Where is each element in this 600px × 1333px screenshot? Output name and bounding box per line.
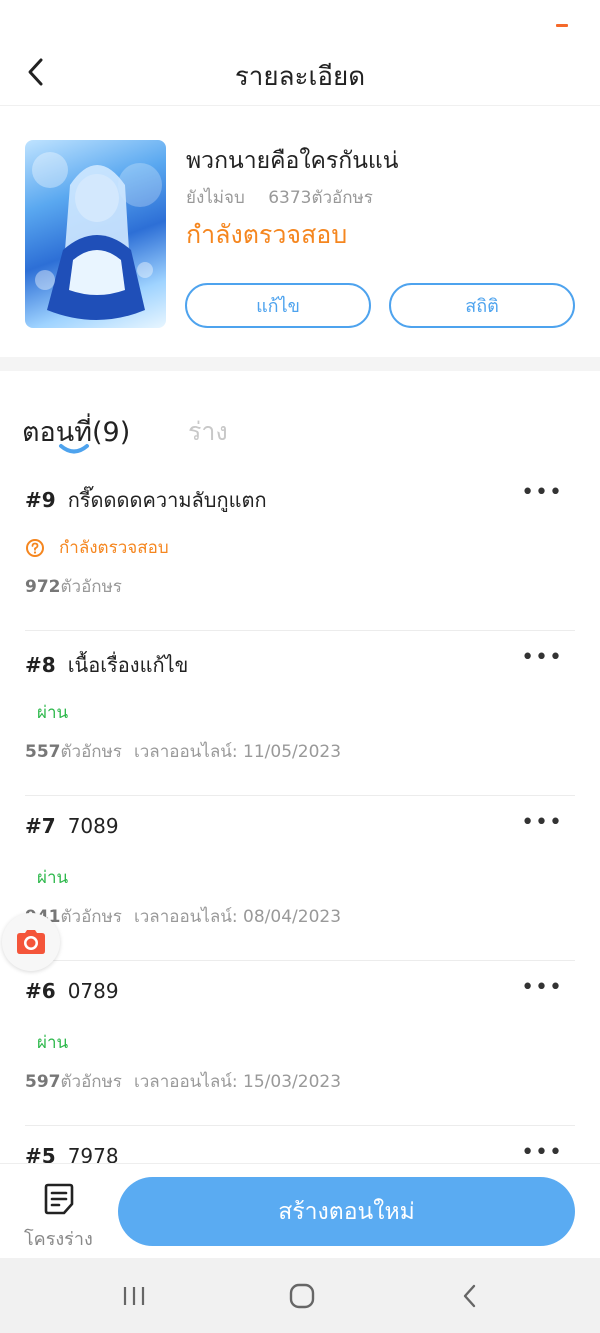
more-options-button[interactable]: ••• bbox=[521, 480, 563, 505]
outline-label: โครงร่าง bbox=[24, 1229, 93, 1250]
chapter-title: #6 0789 bbox=[25, 979, 119, 1003]
chapter-word-unit: ตัวอักษร bbox=[60, 742, 122, 762]
online-date: 15/03/2023 bbox=[243, 1072, 342, 1092]
chapter-number: #5 bbox=[25, 1144, 56, 1163]
chapter-word-count: 597 bbox=[25, 1072, 61, 1092]
document-icon bbox=[44, 1183, 74, 1215]
chapter-status: ผ่าน bbox=[37, 868, 69, 888]
chapter-status: ผ่าน bbox=[37, 1033, 69, 1053]
chapter-info: 597ตัวอักษร เวลาออนไลน์: 15/03/2023 bbox=[25, 1068, 341, 1095]
tab-drafts[interactable]: ร่าง bbox=[188, 412, 228, 452]
system-nav-bar bbox=[0, 1258, 600, 1333]
tab-active-indicator bbox=[59, 444, 89, 454]
chapter-item[interactable]: #5 7978 ••• bbox=[25, 1126, 575, 1163]
cover-illustration bbox=[32, 152, 162, 320]
online-date: 08/04/2023 bbox=[243, 907, 342, 927]
back-arrow-icon bbox=[463, 1284, 476, 1308]
tab-bar: ตอนที่(9) ร่าง bbox=[0, 406, 600, 466]
online-time-label: เวลาออนไลน์: bbox=[133, 1072, 238, 1092]
recent-apps-icon bbox=[123, 1287, 145, 1305]
back-nav-button[interactable] bbox=[450, 1278, 490, 1314]
chapter-info: 557ตัวอักษร เวลาออนไลน์: 11/05/2023 bbox=[25, 738, 341, 765]
chapter-name: 0789 bbox=[67, 979, 119, 1003]
more-options-button[interactable]: ••• bbox=[521, 810, 563, 835]
chapter-word-unit: ตัวอักษร bbox=[60, 907, 122, 927]
camera-button[interactable] bbox=[2, 913, 60, 971]
more-options-button[interactable]: ••• bbox=[521, 645, 563, 670]
edit-button[interactable]: แก้ไข bbox=[185, 283, 371, 328]
book-word-count: 6373ตัวอักษร bbox=[268, 188, 373, 208]
stats-button[interactable]: สถิติ bbox=[389, 283, 575, 328]
chapter-word-unit: ตัวอักษร bbox=[60, 577, 122, 597]
bottom-action-bar: โครงร่าง สร้างตอนใหม่ bbox=[0, 1163, 600, 1258]
chapter-title: #8 เนื้อเรื่องแก้ไข bbox=[25, 649, 188, 681]
chapter-title: #5 7978 bbox=[25, 1144, 119, 1163]
header: รายละเอียด bbox=[0, 40, 600, 106]
create-chapter-button[interactable]: สร้างตอนใหม่ bbox=[118, 1177, 575, 1246]
chapter-name: 7978 bbox=[67, 1144, 119, 1163]
page-title: รายละเอียด bbox=[234, 62, 366, 92]
chapter-item[interactable]: #8 เนื้อเรื่องแก้ไข ••• ผ่าน 557ตัวอักษร เ… bbox=[25, 631, 575, 796]
chapter-number: #7 bbox=[25, 814, 56, 838]
chapter-status-label: กำลังตรวจสอบ bbox=[59, 538, 169, 558]
question-circle-icon bbox=[26, 538, 44, 557]
chapter-word-count: 557 bbox=[25, 742, 61, 762]
book-info: พวกนายคือใครกันแน่ ยังไม่จบ 6373ตัวอักษร… bbox=[0, 107, 600, 357]
section-divider bbox=[0, 357, 600, 371]
book-review-status: กำลังตรวจสอบ bbox=[186, 220, 348, 249]
recent-apps-button[interactable] bbox=[114, 1278, 154, 1314]
chapter-name: 7089 bbox=[67, 814, 119, 838]
book-cover[interactable] bbox=[25, 140, 166, 328]
chapter-word-count: 972 bbox=[25, 577, 61, 597]
online-time-label: เวลาออนไลน์: bbox=[133, 742, 238, 762]
chapter-name: เนื้อเรื่องแก้ไข bbox=[67, 653, 189, 677]
online-date: 11/05/2023 bbox=[243, 742, 342, 762]
camera-icon bbox=[17, 930, 45, 954]
book-title: พวกนายคือใครกันแน่ bbox=[186, 148, 399, 174]
chapter-number: #9 bbox=[25, 488, 56, 512]
chapter-title: #9 กรี๊ดดดดความลับกูแตก bbox=[25, 484, 267, 516]
chapter-item[interactable]: #77089 ••• ผ่าน 941ตัวอักษรเวลาออนไลน์: … bbox=[25, 796, 575, 961]
chapter-status: กำลังตรวจสอบ bbox=[25, 534, 169, 561]
more-options-button[interactable]: ••• bbox=[521, 1140, 563, 1163]
outline-button[interactable]: โครงร่าง bbox=[18, 1178, 102, 1250]
online-time-label: เวลาออนไลน์: bbox=[133, 907, 238, 927]
chapter-status: ผ่าน bbox=[37, 703, 69, 723]
status-indicator bbox=[556, 24, 568, 27]
more-options-button[interactable]: ••• bbox=[521, 975, 563, 1000]
home-button[interactable] bbox=[282, 1278, 322, 1314]
chapter-name: กรี๊ดดดดความลับกูแตก bbox=[67, 488, 267, 512]
chapter-item[interactable]: #6 0789 ••• ผ่าน 597ตัวอักษร เวลาออนไลน์: … bbox=[25, 961, 575, 1126]
book-meta: ยังไม่จบ 6373ตัวอักษร bbox=[186, 184, 391, 211]
book-progress-status: ยังไม่จบ bbox=[186, 188, 245, 208]
chapter-list: #9 กรี๊ดดดดความลับกูแตก ••• กำลังตรวจสอบ … bbox=[0, 466, 600, 1163]
home-icon bbox=[289, 1283, 315, 1309]
chapter-info: 941ตัวอักษรเวลาออนไลน์: 08/04/2023 bbox=[25, 903, 341, 930]
chapter-number: #6 bbox=[25, 979, 56, 1003]
chapter-title: #7 7089 bbox=[25, 814, 119, 838]
chapter-number: #8 bbox=[25, 653, 56, 677]
chapter-info: 972ตัวอักษร bbox=[25, 573, 122, 600]
chapter-item[interactable]: #9 กรี๊ดดดดความลับกูแตก ••• กำลังตรวจสอบ … bbox=[25, 466, 575, 631]
chapter-word-unit: ตัวอักษร bbox=[60, 1072, 122, 1092]
